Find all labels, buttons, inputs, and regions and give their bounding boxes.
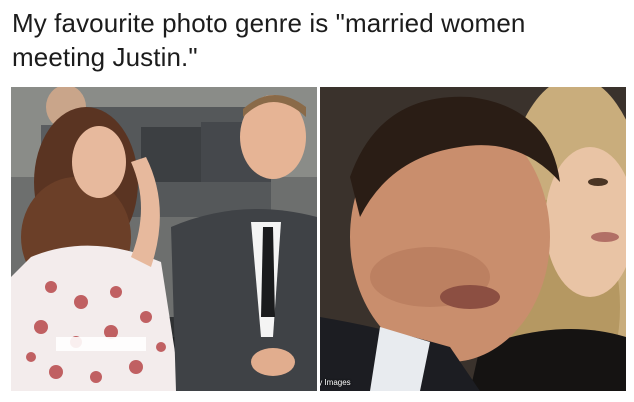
right-photo-image (320, 87, 626, 391)
left-photo-image (11, 87, 317, 391)
getty-watermark: ty Images (320, 378, 351, 387)
right-photo[interactable]: ty Images (320, 87, 626, 391)
tweet-text: My favourite photo genre is "married wom… (12, 8, 526, 72)
left-photo[interactable] (11, 87, 317, 391)
